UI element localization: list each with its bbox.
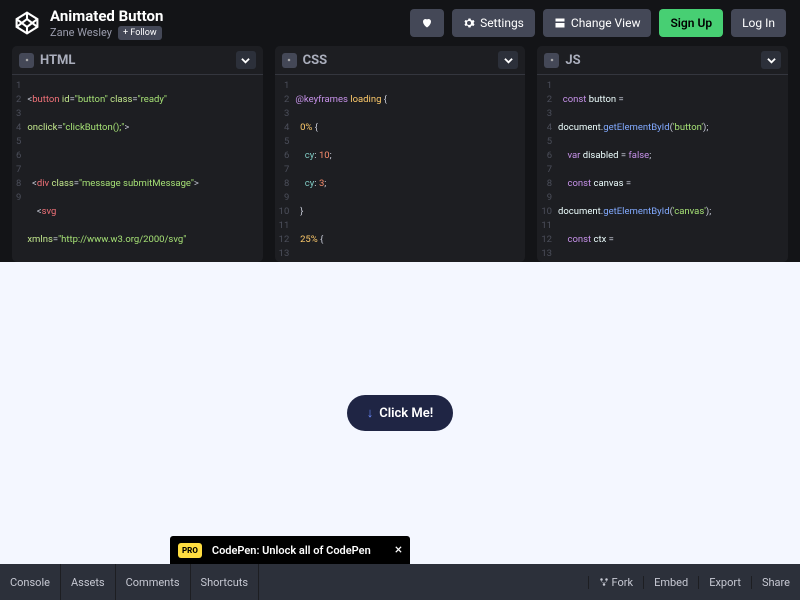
follow-button[interactable]: + Follow: [118, 26, 162, 40]
assets-tab[interactable]: Assets: [61, 564, 116, 600]
change-view-button[interactable]: Change View: [543, 9, 652, 37]
layout-icon: [554, 17, 566, 29]
arrow-down-icon: ↓: [367, 405, 374, 421]
heart-button[interactable]: [410, 9, 444, 37]
editor-title: HTML: [40, 53, 236, 68]
chevron-down-icon[interactable]: [761, 51, 781, 69]
console-tab[interactable]: Console: [0, 564, 61, 600]
chevron-down-icon[interactable]: [236, 51, 256, 69]
editor-title: JS: [565, 53, 761, 68]
gear-icon[interactable]: [282, 53, 297, 68]
footer: Console Assets Comments Shortcuts Fork E…: [0, 564, 800, 600]
gear-icon[interactable]: [544, 53, 559, 68]
js-code-area[interactable]: 1234567891011121314 const button = docum…: [537, 75, 788, 262]
author-name[interactable]: Zane Wesley: [50, 26, 112, 39]
promo-text: CodePen: Unlock all of CodePen: [212, 544, 371, 557]
codepen-logo-icon: [14, 10, 40, 36]
promo-banner[interactable]: PRO CodePen: Unlock all of CodePen ×: [170, 536, 410, 564]
preview-pane: ↓ Click Me!: [0, 262, 800, 564]
css-code-area[interactable]: 12345678910111213141516 @keyframes loadi…: [275, 75, 526, 262]
js-editor: JS 1234567891011121314 const button = do…: [537, 46, 788, 262]
css-editor: CSS 12345678910111213141516 @keyframes l…: [275, 46, 526, 262]
share-tab[interactable]: Share: [751, 576, 800, 589]
html-editor: HTML 123456789 <button id="button" class…: [12, 46, 263, 262]
editors-row: HTML 123456789 <button id="button" class…: [0, 46, 800, 262]
gear-icon[interactable]: [19, 53, 34, 68]
html-code-area[interactable]: 123456789 <button id="button" class="rea…: [12, 75, 263, 262]
gear-icon: [463, 17, 475, 29]
shortcuts-tab[interactable]: Shortcuts: [191, 564, 260, 600]
pen-title: Animated Button: [50, 7, 410, 25]
export-tab[interactable]: Export: [698, 576, 751, 589]
pro-badge: PRO: [178, 543, 202, 558]
embed-tab[interactable]: Embed: [643, 576, 698, 589]
fork-icon: [599, 577, 609, 587]
fork-tab[interactable]: Fork: [588, 576, 643, 589]
preview-click-button[interactable]: ↓ Click Me!: [347, 395, 453, 431]
chevron-down-icon[interactable]: [498, 51, 518, 69]
settings-button[interactable]: Settings: [452, 9, 535, 37]
login-button[interactable]: Log In: [731, 9, 786, 37]
signup-button[interactable]: Sign Up: [659, 9, 723, 37]
editor-title: CSS: [303, 53, 499, 68]
header: Animated Button Zane Wesley + Follow Set…: [0, 0, 800, 46]
comments-tab[interactable]: Comments: [116, 564, 191, 600]
close-icon[interactable]: ×: [395, 542, 402, 558]
heart-icon: [421, 17, 433, 29]
